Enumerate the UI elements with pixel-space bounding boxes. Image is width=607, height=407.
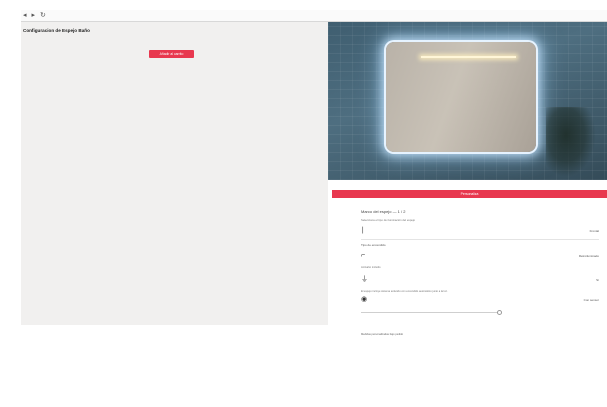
page-title: Configuracion de Espejo Baño	[23, 28, 90, 33]
plug-icon: ⏚	[361, 276, 368, 283]
option-value: Con sensor	[583, 298, 599, 302]
sensor-icon: ◉	[361, 296, 368, 303]
section-label: Tipo de encendido	[361, 243, 386, 247]
mirror-light-strip	[421, 56, 516, 58]
option-row[interactable]: ∣ Frontal	[361, 225, 599, 237]
product-column: Personaliza Marco del espejo — 1 / 2 Sel…	[328, 22, 607, 336]
page: ◂ ▸ ↻ Configuracion de Espejo Baño Añadi…	[0, 0, 607, 407]
option-row[interactable]: ⏚ Sí	[361, 274, 599, 286]
option-note: Antivaho incluido	[361, 266, 381, 269]
customize-tab[interactable]: Personaliza	[332, 190, 607, 198]
option-row[interactable]: ⌐ Retroiluminado	[361, 250, 599, 262]
browser-toolbar: ◂ ▸ ↻	[21, 10, 607, 22]
divider	[361, 239, 599, 240]
option-description: Selecciona el tipo de iluminación del es…	[361, 218, 416, 222]
add-to-cart-button[interactable]: Añadir al carrito	[149, 50, 194, 58]
forward-arrow-icon[interactable]: ▸	[32, 12, 36, 19]
option-note: El espejo incluye sistema antivaho con e…	[361, 290, 448, 293]
option-row[interactable]: ◉ Con sensor	[361, 294, 599, 306]
backlit-mirror	[386, 42, 536, 152]
refresh-icon[interactable]: ↻	[40, 12, 46, 19]
slider-knob[interactable]	[497, 310, 502, 315]
faucet-icon: ⌐	[361, 252, 366, 259]
configurator-pane: Configuracion de Espejo Baño Añadir al c…	[21, 22, 328, 325]
product-hero-image	[328, 22, 607, 180]
plant-decoration	[546, 107, 596, 177]
light-icon: ∣	[361, 227, 365, 234]
size-slider[interactable]	[361, 310, 502, 315]
back-arrow-icon[interactable]: ◂	[23, 12, 27, 19]
option-value: Retroiluminado	[578, 254, 599, 258]
option-value: Sí	[596, 278, 599, 282]
footnote: Medidas personalizadas bajo pedido	[361, 333, 404, 336]
option-value: Frontal	[589, 229, 599, 233]
option-title: Marco del espejo — 1 / 2	[361, 209, 406, 214]
